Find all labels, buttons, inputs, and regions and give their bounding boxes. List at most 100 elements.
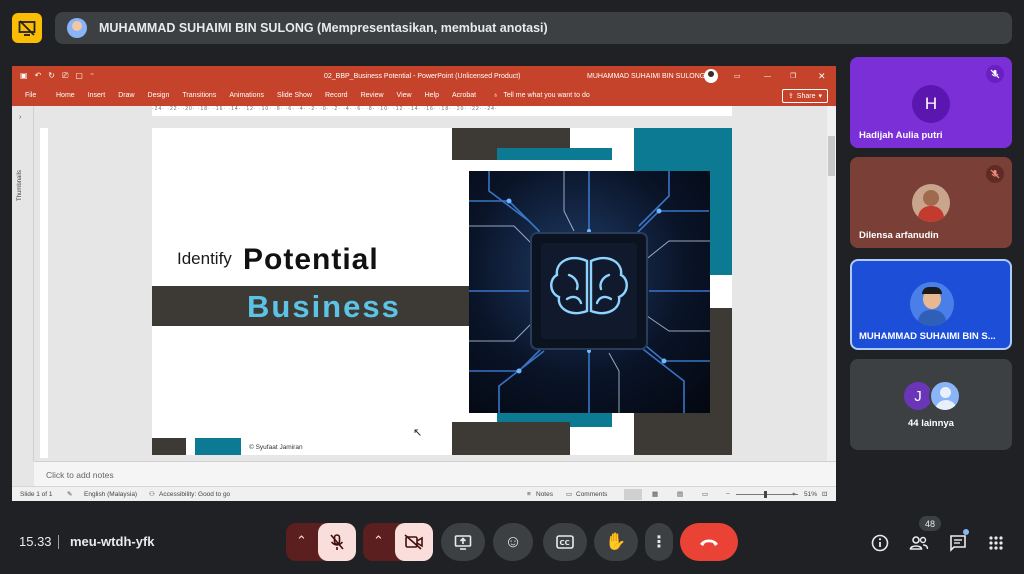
- zoom-level[interactable]: 51%: [804, 491, 817, 498]
- ribbon-tab-file[interactable]: File: [25, 92, 36, 99]
- minimize-icon[interactable]: —: [764, 73, 771, 80]
- captions-button[interactable]: CC: [543, 523, 587, 561]
- new-file-icon[interactable]: ▢: [75, 71, 83, 81]
- circuit-board-illustration: [469, 171, 710, 413]
- notes-button[interactable]: Notes: [536, 491, 553, 498]
- slide-sorter-icon[interactable]: ▦: [652, 490, 658, 498]
- chat-icon: [950, 535, 966, 552]
- tab-insert[interactable]: Insert: [88, 92, 106, 99]
- people-button[interactable]: [908, 532, 930, 554]
- others-count: 44 lainnya: [908, 418, 954, 429]
- presenter-avatar: [67, 18, 87, 38]
- present-button[interactable]: [441, 523, 485, 561]
- quick-access-toolbar: ▣ ↶ ↻ ⎚ ▢ ⁼: [12, 71, 94, 81]
- slide-shape-dark-corner: [152, 438, 186, 455]
- zoom-in-icon[interactable]: +: [792, 491, 796, 498]
- participant-name: Hadijah Aulia putri: [859, 130, 943, 141]
- scrollbar-thumb[interactable]: [828, 136, 835, 176]
- activities-button[interactable]: [985, 532, 1007, 554]
- tab-home[interactable]: Home: [56, 92, 75, 99]
- people-count-badge: 48: [919, 516, 941, 531]
- stop-presenting-button[interactable]: [12, 13, 42, 43]
- slide-counter: Slide 1 of 1: [20, 490, 53, 498]
- apps-grid-icon: [989, 536, 1003, 550]
- notes-placeholder: Click to add notes: [46, 470, 114, 480]
- tab-review[interactable]: Review: [361, 92, 384, 99]
- tab-record[interactable]: Record: [325, 92, 348, 99]
- tab-draw[interactable]: Draw: [118, 92, 134, 99]
- divider: [58, 535, 59, 549]
- account-avatar[interactable]: [704, 69, 718, 83]
- slideshow-view-icon[interactable]: ▭: [702, 490, 708, 498]
- participant-tile-muhammad[interactable]: MUHAMMAD SUHAIMI BIN S...: [850, 259, 1012, 350]
- status-bar: Slide 1 of 1 ✎ English (Malaysia) ⚇ Acce…: [12, 486, 836, 501]
- slide-text-business: Business: [247, 289, 401, 324]
- meeting-clock: 15.33: [19, 534, 52, 549]
- spelling-icon[interactable]: ✎: [67, 490, 72, 498]
- hand-icon: ✋: [605, 532, 627, 551]
- participant-avatar-generic: [929, 380, 961, 412]
- tab-view[interactable]: View: [397, 92, 412, 99]
- participant-name: Dilensa arfanudin: [859, 230, 939, 241]
- tab-transitions[interactable]: Transitions: [182, 92, 216, 99]
- more-options-button[interactable]: ⋮: [645, 523, 673, 561]
- share-label: Share: [796, 92, 816, 100]
- customize-toolbar-icon[interactable]: ⁼: [90, 71, 94, 81]
- slide-canvas[interactable]: Identify Potential Business © Syufaat Ja…: [152, 128, 732, 455]
- share-button[interactable]: ⇪ Share ▾: [781, 89, 828, 103]
- tab-animations[interactable]: Animations: [229, 92, 264, 99]
- ribbon-tab-list: Home Insert Draw Design Transitions Anim…: [56, 92, 590, 99]
- reactions-button[interactable]: ☺: [493, 523, 533, 561]
- save-icon[interactable]: ▣: [20, 71, 28, 81]
- circuit-brain-chip-image: [469, 171, 710, 413]
- camera-options-chevron-up-icon[interactable]: ⌃: [373, 533, 384, 549]
- present-screen-icon: [454, 535, 472, 550]
- zoom-slider-thumb[interactable]: [764, 491, 767, 498]
- horizontal-ruler: ·24· ·22· ·20· ·18· ·16· ·14· ·12· ·10· …: [152, 106, 732, 116]
- raise-hand-button[interactable]: ✋: [594, 523, 638, 561]
- fit-slide-icon[interactable]: ⊡: [822, 490, 827, 498]
- slide-shape-dark-bottom: [452, 422, 570, 455]
- tab-slide-show[interactable]: Slide Show: [277, 92, 312, 99]
- undo-icon[interactable]: ↶: [35, 71, 42, 81]
- restore-icon[interactable]: ❐: [790, 72, 796, 80]
- format-painter-icon[interactable]: ⎚: [62, 71, 68, 81]
- tab-help[interactable]: Help: [425, 92, 439, 99]
- meeting-details-button[interactable]: [869, 532, 891, 554]
- participant-tile-others[interactable]: J 44 lainnya: [850, 359, 1012, 450]
- notes-pane[interactable]: Click to add notes: [34, 461, 836, 486]
- slide-shape-teal-corner: [195, 438, 241, 455]
- language-status[interactable]: English (Malaysia): [84, 491, 137, 498]
- slide-text-identify: Identify: [177, 249, 232, 268]
- participant-tile-dilensa[interactable]: Dilensa arfanudin: [850, 157, 1012, 248]
- account-name[interactable]: MUHAMMAD SUHAIMI BIN SULONG: [587, 73, 705, 80]
- mic-control-group: ⌃: [286, 523, 356, 561]
- vertical-scrollbar[interactable]: [827, 106, 836, 461]
- zoom-slider[interactable]: [736, 494, 798, 495]
- chat-button[interactable]: [947, 529, 969, 554]
- close-icon[interactable]: ✕: [818, 71, 826, 82]
- accessibility-status[interactable]: Accessibility: Good to go: [159, 491, 230, 498]
- closed-captions-icon: CC: [556, 535, 574, 549]
- zoom-out-icon[interactable]: −: [726, 491, 730, 498]
- ribbon-display-icon[interactable]: ▭: [734, 72, 741, 80]
- tab-acrobat[interactable]: Acrobat: [452, 92, 476, 99]
- ppt-titlebar: ▣ ↶ ↻ ⎚ ▢ ⁼ 02_BBP_Business Potential - …: [12, 66, 836, 86]
- tab-design[interactable]: Design: [148, 92, 170, 99]
- normal-view-icon[interactable]: [624, 488, 642, 500]
- mic-toggle-button[interactable]: [318, 523, 356, 561]
- mic-off-icon: [986, 165, 1004, 183]
- participant-tile-hadijah[interactable]: H Hadijah Aulia putri: [850, 57, 1012, 148]
- redo-icon[interactable]: ↻: [48, 71, 55, 81]
- mic-options-chevron-up-icon[interactable]: ⌃: [296, 533, 307, 549]
- reading-view-icon[interactable]: ▤: [677, 490, 683, 498]
- tell-me-search[interactable]: Tell me what you want to do: [503, 92, 589, 99]
- thumbnails-pane[interactable]: › Thumbnails: [12, 106, 34, 461]
- slide-shape-teal-top: [497, 148, 612, 160]
- camera-toggle-button[interactable]: [395, 523, 433, 561]
- leave-call-button[interactable]: [680, 523, 738, 561]
- chevron-right-icon[interactable]: ›: [19, 114, 21, 121]
- lightbulb-icon: ♁: [493, 92, 499, 99]
- comments-button[interactable]: Comments: [576, 491, 607, 498]
- camera-off-icon: [404, 534, 423, 550]
